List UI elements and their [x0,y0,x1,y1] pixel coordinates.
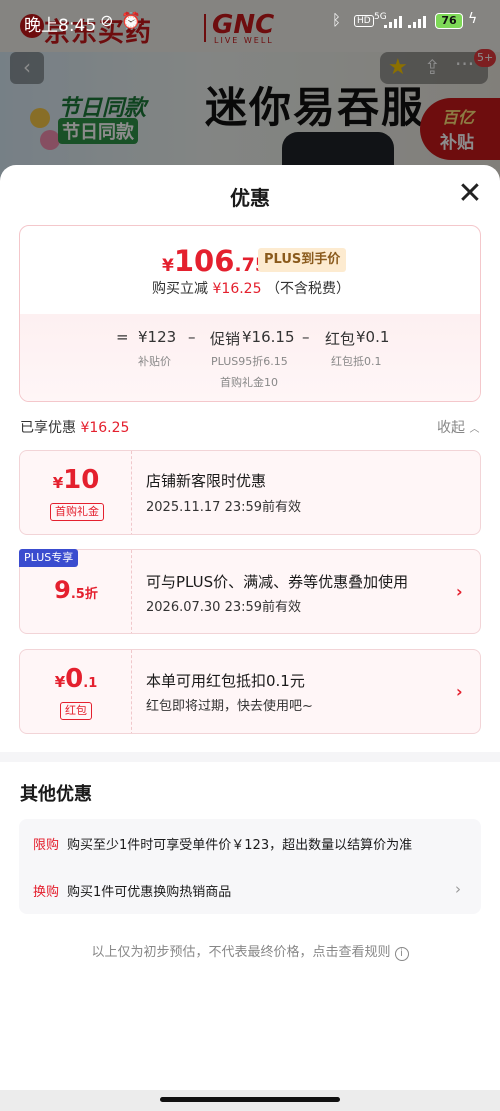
reduction-summary: 购买立减 ¥16.25 （不含税费） [20,278,480,298]
mute-icon: ⊘ [100,11,114,30]
redpack-label: 红包 [325,330,356,348]
alarm-clock-icon: ⏰ [121,11,141,30]
redpack-detail: 红包抵0.1 [331,355,382,368]
hd-voice-icon: HD [354,15,374,27]
reduction-amount: ¥16.25 [212,281,262,297]
plus-price-tag: PLUS到手价 [258,248,347,272]
sheet-title: 优惠 [230,186,270,210]
footnote-text: 以上仅为初步预估，不代表最终价格，点击查看规则 [91,945,391,960]
coupon-title: 可与PLUS价、满减、券等优惠叠加使用 [146,573,409,591]
battery-icon: 76 [435,13,463,29]
row-text: 购买1件可优惠换购热销商品 [67,885,232,900]
chevron-right-icon[interactable]: › [455,880,461,898]
coupon-amount: ¥10 [20,465,132,495]
coupon-value-decimal: .1 [83,676,98,691]
coupon-value: 0 [65,664,84,694]
other-offers-list: 限购 购买至少1件时可享受单件价￥123，超出数量以结算价为准 换购 购买1件可优惠… [19,819,481,914]
trade-up-row[interactable]: 换购 购买1件可优惠换购热销商品 [33,881,231,900]
base-price-label: 补贴价 [138,355,171,368]
chevron-right-icon: › [456,682,463,701]
row-key: 限购 [33,838,60,853]
coupon-currency: ¥ [54,673,66,691]
purchase-limit-row: 限购 购买至少1件时可享受单件价￥123，超出数量以结算价为准 [33,834,412,853]
status-time: 晚上8:45 [24,16,97,36]
enjoyed-discount: 已享优惠 ¥16.25 [20,417,129,437]
coupon-card-plus-discount[interactable]: 9.5折 可与PLUS价、满减、券等优惠叠加使用 2026.07.30 23:5… [19,549,481,634]
rules-footnote[interactable]: 以上仅为初步预估，不代表最终价格，点击查看规则 i [0,941,500,961]
base-price: ¥123 [138,328,177,346]
chevron-right-icon: › [456,582,463,601]
coupon-card-red-packet[interactable]: ¥0.1 红包 本单可用红包抵扣0.1元 红包即将过期，快去使用吧~ › [19,649,481,734]
charging-icon: ϟ [468,11,478,27]
row-text: 购买至少1件时可享受单件价￥123，超出数量以结算价为准 [67,838,413,853]
chevron-up-icon: ︿ [469,424,480,435]
coupon-title: 本单可用红包抵扣0.1元 [146,672,305,690]
coupon-type-tag: 首购礼金 [50,503,104,521]
coupon-type-tag: 红包 [60,702,92,720]
minus-sign: – [188,328,196,346]
status-bar: 晚上8:45 ⊘ ⏰ ᛒ HD 5G 76 ϟ [0,0,500,44]
price-integer: 106 [173,244,235,278]
enjoyed-amount: ¥16.25 [80,420,130,436]
promo-detail-first-purchase: 首购礼金10 [220,376,278,389]
equals-sign: = [116,328,129,346]
close-icon[interactable]: ✕ [456,179,484,209]
coupon-card-first-purchase: ¥10 首购礼金 店铺新客限时优惠 2025.11.17 23:59前有效 [19,450,481,535]
final-price: ¥106.75 [162,244,268,278]
coupon-amount: 9.5折 [20,576,132,604]
other-offers-title: 其他优惠 [20,784,92,805]
discount-sheet: 优惠 ✕ ¥106.75 PLUS到手价 购买立减 ¥16.25 （不含税费） … [0,165,500,1111]
collapse-toggle[interactable]: 收起 ︿ [437,417,479,437]
coupon-value: 9 [54,576,71,604]
coupon-expiry: 2026.07.30 23:59前有效 [146,600,302,615]
plus-exclusive-badge: PLUS专享 [19,549,79,567]
promo-label: 促销 [210,330,241,348]
enjoyed-label: 已享优惠 [20,420,76,436]
reduction-suffix: （不含税费） [265,281,350,297]
coupon-currency: ¥ [52,474,64,492]
signal-icon [384,16,404,28]
coupon-value: 10 [63,465,100,495]
price-breakdown-card: ¥106.75 PLUS到手价 购买立减 ¥16.25 （不含税费） = ¥12… [19,225,481,402]
home-indicator[interactable] [160,1097,340,1102]
reduction-prefix: 购买立减 [152,281,209,297]
price-currency: ¥ [162,256,174,276]
promo-detail-plus: PLUS95折6.15 [211,355,288,368]
row-key: 换购 [33,885,60,900]
promo-amount: ¥16.15 [242,328,295,346]
collapse-label: 收起 [437,420,465,436]
redpack-amount: ¥0.1 [356,328,390,346]
coupon-amount: ¥0.1 [20,664,132,694]
coupon-expiry: 红包即将过期，快去使用吧~ [146,699,313,714]
coupon-expiry: 2025.11.17 23:59前有效 [146,500,302,515]
info-icon[interactable]: i [394,947,409,961]
coupon-value-decimal: .5折 [70,587,98,602]
section-divider [0,752,500,762]
minus-sign: – [302,328,310,346]
signal-secondary-icon [408,16,428,28]
bluetooth-icon: ᛒ [332,11,342,29]
coupon-title: 店铺新客限时优惠 [146,472,267,490]
